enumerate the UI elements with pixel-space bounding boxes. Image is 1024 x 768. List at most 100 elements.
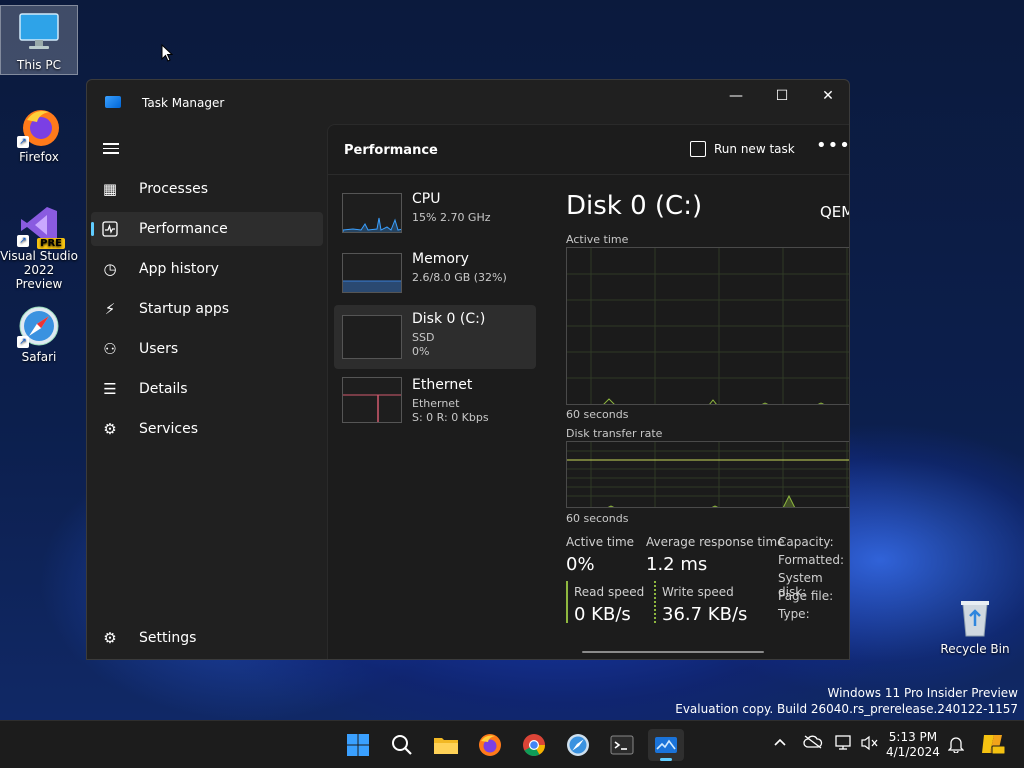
app-history-icon: ◷ bbox=[103, 260, 117, 278]
desktop-icon-firefox[interactable]: ↗ Firefox bbox=[0, 104, 78, 164]
desktop-icon-recycle-bin[interactable]: Recycle Bin bbox=[936, 596, 1014, 656]
disk-detail-panel: Disk 0 (C:) QEM Active time 60 seconds D… bbox=[564, 185, 849, 655]
resource-item-cpu[interactable]: CPU 15% 2.70 GHz bbox=[334, 185, 536, 249]
capacity-label: Capacity: bbox=[778, 535, 834, 549]
resource-item-memory[interactable]: Memory 2.6/8.0 GB (32%) bbox=[334, 245, 536, 309]
nav-item-label: Services bbox=[139, 421, 199, 437]
run-task-icon bbox=[690, 141, 706, 157]
write-speed-value: 36.7 KB/s bbox=[662, 604, 748, 625]
navigation-pane: ▦ Processes Performance ◷ App history ⚡ … bbox=[87, 124, 327, 659]
type-label: Type: bbox=[778, 607, 810, 621]
safari-taskbar-button[interactable] bbox=[560, 729, 596, 761]
resource-subtext: SSD bbox=[412, 331, 435, 344]
page-title: Performance bbox=[344, 143, 438, 158]
desktop-icon-safari[interactable]: ↗ Safari bbox=[0, 304, 78, 364]
resource-name: Ethernet bbox=[412, 377, 473, 393]
resource-subtext: S: 0 R: 0 Kbps bbox=[412, 411, 489, 424]
mouse-cursor-icon bbox=[161, 44, 173, 62]
desktop-icon-visual-studio[interactable]: ↗ PRE Visual Studio 2022 Preview bbox=[0, 203, 78, 291]
network-tray-button[interactable] bbox=[835, 735, 853, 755]
taskbar-clock[interactable]: 5:13 PM 4/1/2024 bbox=[886, 730, 940, 760]
resource-subtext: Ethernet bbox=[412, 397, 460, 410]
task-manager-window[interactable]: Task Manager — ☐ ✕ ▦ Processes Performan… bbox=[86, 79, 850, 660]
search-icon bbox=[392, 735, 412, 755]
file-explorer-icon bbox=[434, 738, 458, 754]
avg-response-label: Average response time bbox=[646, 535, 785, 549]
minimize-button[interactable]: — bbox=[713, 80, 759, 112]
avg-response-value: 1.2 ms bbox=[646, 554, 708, 575]
details-icon: ☰ bbox=[103, 380, 117, 398]
task-manager-app-icon bbox=[105, 96, 121, 108]
firefox-icon bbox=[479, 734, 501, 756]
read-speed-indicator bbox=[566, 581, 568, 623]
nav-item-settings[interactable]: ⚙ Settings bbox=[91, 621, 323, 655]
disk-model: QEM bbox=[820, 203, 849, 221]
volume-tray-button[interactable] bbox=[861, 735, 879, 755]
task-manager-taskbar-button[interactable] bbox=[648, 729, 684, 761]
nav-item-users[interactable]: ⚇ Users bbox=[91, 332, 323, 366]
transfer-rate-graph-label: Disk transfer rate bbox=[566, 427, 663, 440]
maximize-button[interactable]: ☐ bbox=[759, 80, 805, 112]
nav-item-label: Users bbox=[139, 341, 179, 357]
notifications-button[interactable] bbox=[947, 735, 965, 757]
safari-icon: ↗ bbox=[17, 304, 61, 348]
resource-name: Memory bbox=[412, 251, 469, 267]
clock-date: 4/1/2024 bbox=[886, 745, 940, 759]
nav-item-processes[interactable]: ▦ Processes bbox=[91, 172, 323, 206]
chrome-taskbar-button[interactable] bbox=[516, 729, 552, 761]
startup-apps-icon: ⚡ bbox=[104, 300, 116, 318]
write-speed-label: Write speed bbox=[662, 585, 734, 599]
desktop-icon-this-pc[interactable]: This PC bbox=[0, 5, 78, 75]
safari-icon bbox=[567, 734, 589, 756]
page-file-label: Page file: bbox=[778, 589, 834, 603]
resource-item-disk[interactable]: Disk 0 (C:) SSD 0% bbox=[334, 305, 536, 369]
more-options-button[interactable]: ••• bbox=[816, 135, 849, 156]
active-time-axis-label: 60 seconds bbox=[566, 408, 629, 421]
firefox-taskbar-button[interactable] bbox=[472, 729, 508, 761]
write-speed-indicator bbox=[654, 581, 656, 623]
resource-subtext: 15% 2.70 GHz bbox=[412, 211, 491, 224]
desktop-icon-label: Recycle Bin bbox=[940, 642, 1010, 656]
network-icon bbox=[835, 735, 851, 750]
cpu-thumbnail-graph bbox=[342, 193, 402, 233]
settings-gear-icon: ⚙ bbox=[103, 629, 117, 647]
disk-thumbnail-graph bbox=[342, 315, 402, 359]
cloud-offline-icon bbox=[803, 735, 823, 749]
start-icon bbox=[347, 734, 369, 756]
nav-item-label: Performance bbox=[139, 221, 228, 237]
terminal-icon bbox=[610, 735, 634, 755]
hamburger-menu-icon[interactable] bbox=[103, 140, 119, 154]
horizontal-scrollbar[interactable] bbox=[582, 651, 764, 653]
nav-item-label: App history bbox=[139, 261, 219, 277]
users-icon: ⚇ bbox=[103, 340, 117, 358]
task-manager-icon bbox=[655, 737, 677, 753]
start-button[interactable] bbox=[340, 729, 376, 761]
recycle-bin-icon bbox=[953, 596, 997, 640]
title-bar[interactable]: Task Manager — ☐ ✕ bbox=[87, 80, 849, 124]
search-button[interactable] bbox=[384, 729, 420, 761]
nav-item-details[interactable]: ☰ Details bbox=[91, 372, 323, 406]
copilot-button[interactable] bbox=[980, 731, 1006, 761]
desktop-icon-label: Safari bbox=[21, 350, 57, 364]
close-button[interactable]: ✕ bbox=[805, 80, 849, 112]
nav-item-app-history[interactable]: ◷ App history bbox=[91, 252, 323, 286]
nav-item-performance[interactable]: Performance bbox=[91, 212, 323, 246]
show-hidden-icons-button[interactable] bbox=[773, 735, 787, 751]
run-new-task-button[interactable]: Run new task bbox=[690, 141, 795, 157]
nav-item-label: Startup apps bbox=[139, 301, 230, 317]
performance-icon bbox=[101, 220, 119, 238]
nav-item-startup-apps[interactable]: ⚡ Startup apps bbox=[91, 292, 323, 326]
terminal-taskbar-button[interactable] bbox=[604, 729, 640, 761]
monitor-icon bbox=[17, 12, 61, 56]
clock-time: 5:13 PM bbox=[888, 730, 938, 744]
onedrive-tray-button[interactable] bbox=[803, 735, 823, 753]
file-explorer-button[interactable] bbox=[428, 729, 464, 761]
processes-icon: ▦ bbox=[102, 180, 118, 198]
disk-title: Disk 0 (C:) bbox=[566, 191, 703, 221]
desktop-icon-label: This PC bbox=[17, 58, 61, 72]
nav-item-services[interactable]: ⚙ Services bbox=[91, 412, 323, 446]
shortcut-arrow-icon: ↗ bbox=[17, 336, 29, 348]
nav-item-label: Details bbox=[139, 381, 188, 397]
active-time-stat-value: 0% bbox=[566, 554, 595, 575]
resource-item-ethernet[interactable]: Ethernet Ethernet S: 0 R: 0 Kbps bbox=[334, 371, 536, 435]
